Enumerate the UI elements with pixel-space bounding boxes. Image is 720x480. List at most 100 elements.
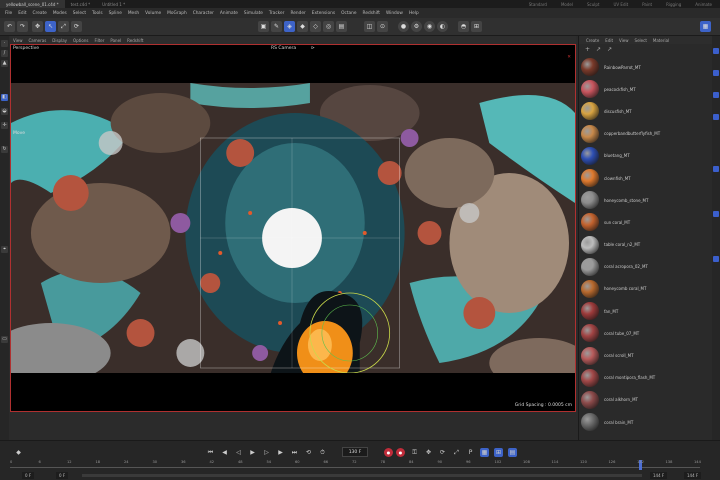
menu-edit[interactable]: Edit	[15, 11, 29, 16]
enable-axis-icon[interactable]: ↻	[1, 146, 8, 153]
doc-tab[interactable]: test.c4d *	[65, 0, 97, 8]
menu-select[interactable]: Select	[70, 11, 89, 16]
material-menu-select[interactable]: Select	[632, 38, 650, 43]
takes-icon[interactable]	[713, 114, 719, 120]
param-key-icon[interactable]: P	[466, 448, 475, 457]
model-mode-icon[interactable]: ◧	[1, 94, 8, 101]
menu-tools[interactable]: Tools	[89, 11, 106, 16]
menu-redshift[interactable]: Redshift	[360, 11, 383, 16]
undo-icon[interactable]: ↶	[4, 21, 15, 32]
attributes-icon[interactable]	[713, 48, 719, 54]
material-menu-edit[interactable]: Edit	[602, 38, 616, 43]
material-item[interactable]: honeycomb coral_MT	[579, 278, 707, 300]
material-item[interactable]: coral brain_MT	[579, 411, 707, 433]
layout-tab-uv-edit[interactable]: UV Edit	[613, 2, 628, 7]
material-menu-material[interactable]: Material	[650, 38, 672, 43]
position-key-icon[interactable]: ✥	[424, 448, 433, 457]
menu-animate[interactable]: Animate	[217, 11, 241, 16]
texture-mode-icon[interactable]: ◒	[1, 108, 8, 115]
structure-icon[interactable]	[713, 166, 719, 172]
menu-render[interactable]: Render	[287, 11, 308, 16]
polygons-mode-icon[interactable]: ▲	[1, 60, 8, 67]
menu-tracker[interactable]: Tracker	[266, 11, 288, 16]
material-item[interactable]: copperbandbutterflyfish_MT	[579, 123, 707, 145]
pen-icon[interactable]: ✎	[271, 21, 282, 32]
console-icon[interactable]	[713, 256, 719, 262]
material-item[interactable]: clownfish_MT	[579, 167, 707, 189]
link-icon[interactable]: ↗	[607, 46, 612, 53]
layers-icon[interactable]	[713, 70, 719, 76]
point-level-icon[interactable]: ⊞	[494, 448, 503, 457]
menu-octane[interactable]: Octane	[338, 11, 359, 16]
field-icon[interactable]: ◎	[323, 21, 334, 32]
cube-icon[interactable]: ▣	[258, 21, 269, 32]
rotate-tool-icon[interactable]: ⟳	[71, 21, 82, 32]
loop-icon[interactable]: ⟲	[304, 448, 313, 457]
menu-spline[interactable]: Spline	[106, 11, 125, 16]
material-item[interactable]: coral alkhorn_MT	[579, 389, 707, 411]
menu-modes[interactable]: Modes	[50, 11, 70, 16]
menu-mograph[interactable]: MoGraph	[164, 11, 190, 16]
viewport-menu-display[interactable]: Display	[49, 38, 70, 43]
timeline-settings-icon[interactable]: ◆	[14, 448, 23, 457]
render-region-icon[interactable]: ◉	[424, 21, 435, 32]
workplane-icon[interactable]: ▭	[1, 336, 8, 343]
layout-tab-model[interactable]: Model	[561, 2, 573, 7]
material-item[interactable]: coral acropora_02_MT	[579, 256, 707, 278]
scale-tool-icon[interactable]: ⤢	[58, 21, 69, 32]
menu-window[interactable]: Window	[383, 11, 406, 16]
render-queue-icon[interactable]: ◐	[437, 21, 448, 32]
objects-icon[interactable]	[713, 92, 719, 98]
material-item[interactable]: discusfish_MT	[579, 100, 707, 122]
material-item[interactable]: table coral_n2_MT	[579, 234, 707, 256]
render-settings-icon[interactable]: ⚙	[411, 21, 422, 32]
lock-icon[interactable]: ◫	[364, 21, 375, 32]
layout-tab-standard[interactable]: Standard	[529, 2, 547, 7]
doc-tab[interactable]: Untitled 1 *	[96, 0, 131, 8]
scale-key-icon[interactable]: ⤢	[452, 448, 461, 457]
viewport-menu-redshift[interactable]: Redshift	[124, 38, 146, 43]
timeline-ruler[interactable]: 0 6 12 18 24 30 36 42 48 54 60 66 72 78 84 90 96 102 108 11…	[10, 460, 701, 470]
redo-icon[interactable]: ↷	[17, 21, 28, 32]
snapping-icon[interactable]: ⌖	[1, 246, 8, 253]
material-item[interactable]: fan_MT	[579, 300, 707, 322]
menu-help[interactable]: Help	[406, 11, 422, 16]
viewport-menu-cameras[interactable]: Cameras	[26, 38, 50, 43]
layout-switch-icon[interactable]: ▦	[700, 21, 711, 32]
end-frame-field[interactable]: 144 F	[684, 472, 702, 479]
material-menu-create[interactable]: Create	[583, 38, 602, 43]
add-icon[interactable]: +	[585, 46, 590, 53]
layout-tab-rigging[interactable]: Rigging	[666, 2, 681, 7]
select-tool-icon[interactable]: ↖	[45, 21, 56, 32]
layout-tab-animate[interactable]: Animate	[695, 2, 712, 7]
material-item[interactable]: coral tube_07_MT	[579, 322, 707, 344]
material-item[interactable]: sun coral_MT	[579, 211, 707, 233]
preview-end-field[interactable]: 144 F	[650, 472, 668, 479]
viewport-menu-panel[interactable]: Panel	[107, 38, 124, 43]
rotation-key-icon[interactable]: ⟳	[438, 448, 447, 457]
menu-character[interactable]: Character	[190, 11, 217, 16]
render-view-icon[interactable]: ●	[398, 21, 409, 32]
material-item[interactable]: coral scroll_MT	[579, 344, 707, 366]
layout-tab-paint[interactable]: Paint	[642, 2, 652, 7]
material-item[interactable]: honeycomb_stone_MT	[579, 189, 707, 211]
axis-mode-icon[interactable]: ✛	[1, 122, 8, 129]
viewport-camera-name[interactable]: RS Camera	[271, 46, 296, 51]
layout-tab-sculpt[interactable]: Sculpt	[587, 2, 600, 7]
menu-mesh[interactable]: Mesh	[125, 11, 142, 16]
prev-frame-icon[interactable]: ◁	[234, 448, 243, 457]
grid-icon[interactable]: ⊞	[471, 21, 482, 32]
material-item[interactable]: coral montipora_flash_MT	[579, 367, 707, 389]
next-key-icon[interactable]: ▶	[276, 448, 285, 457]
fps-icon[interactable]: ⏱	[318, 448, 327, 457]
viewport-menu-options[interactable]: Options	[70, 38, 91, 43]
menu-create[interactable]: Create	[30, 11, 50, 16]
autokey-icon[interactable]: ●	[396, 448, 405, 457]
snap-icon[interactable]: ⊙	[377, 21, 388, 32]
record-icon[interactable]: ●	[384, 448, 393, 457]
viewport-solo-icon[interactable]: ◓	[458, 21, 469, 32]
preview-start-field[interactable]: 0 F	[56, 472, 69, 479]
doc-tab-active[interactable]: yellowball_scene_01.c4d *	[0, 0, 65, 8]
viewport-perspective[interactable]: Perspective RS Camera ⊳ Move Grid Spacin…	[10, 44, 576, 412]
menu-file[interactable]: File	[2, 11, 15, 16]
